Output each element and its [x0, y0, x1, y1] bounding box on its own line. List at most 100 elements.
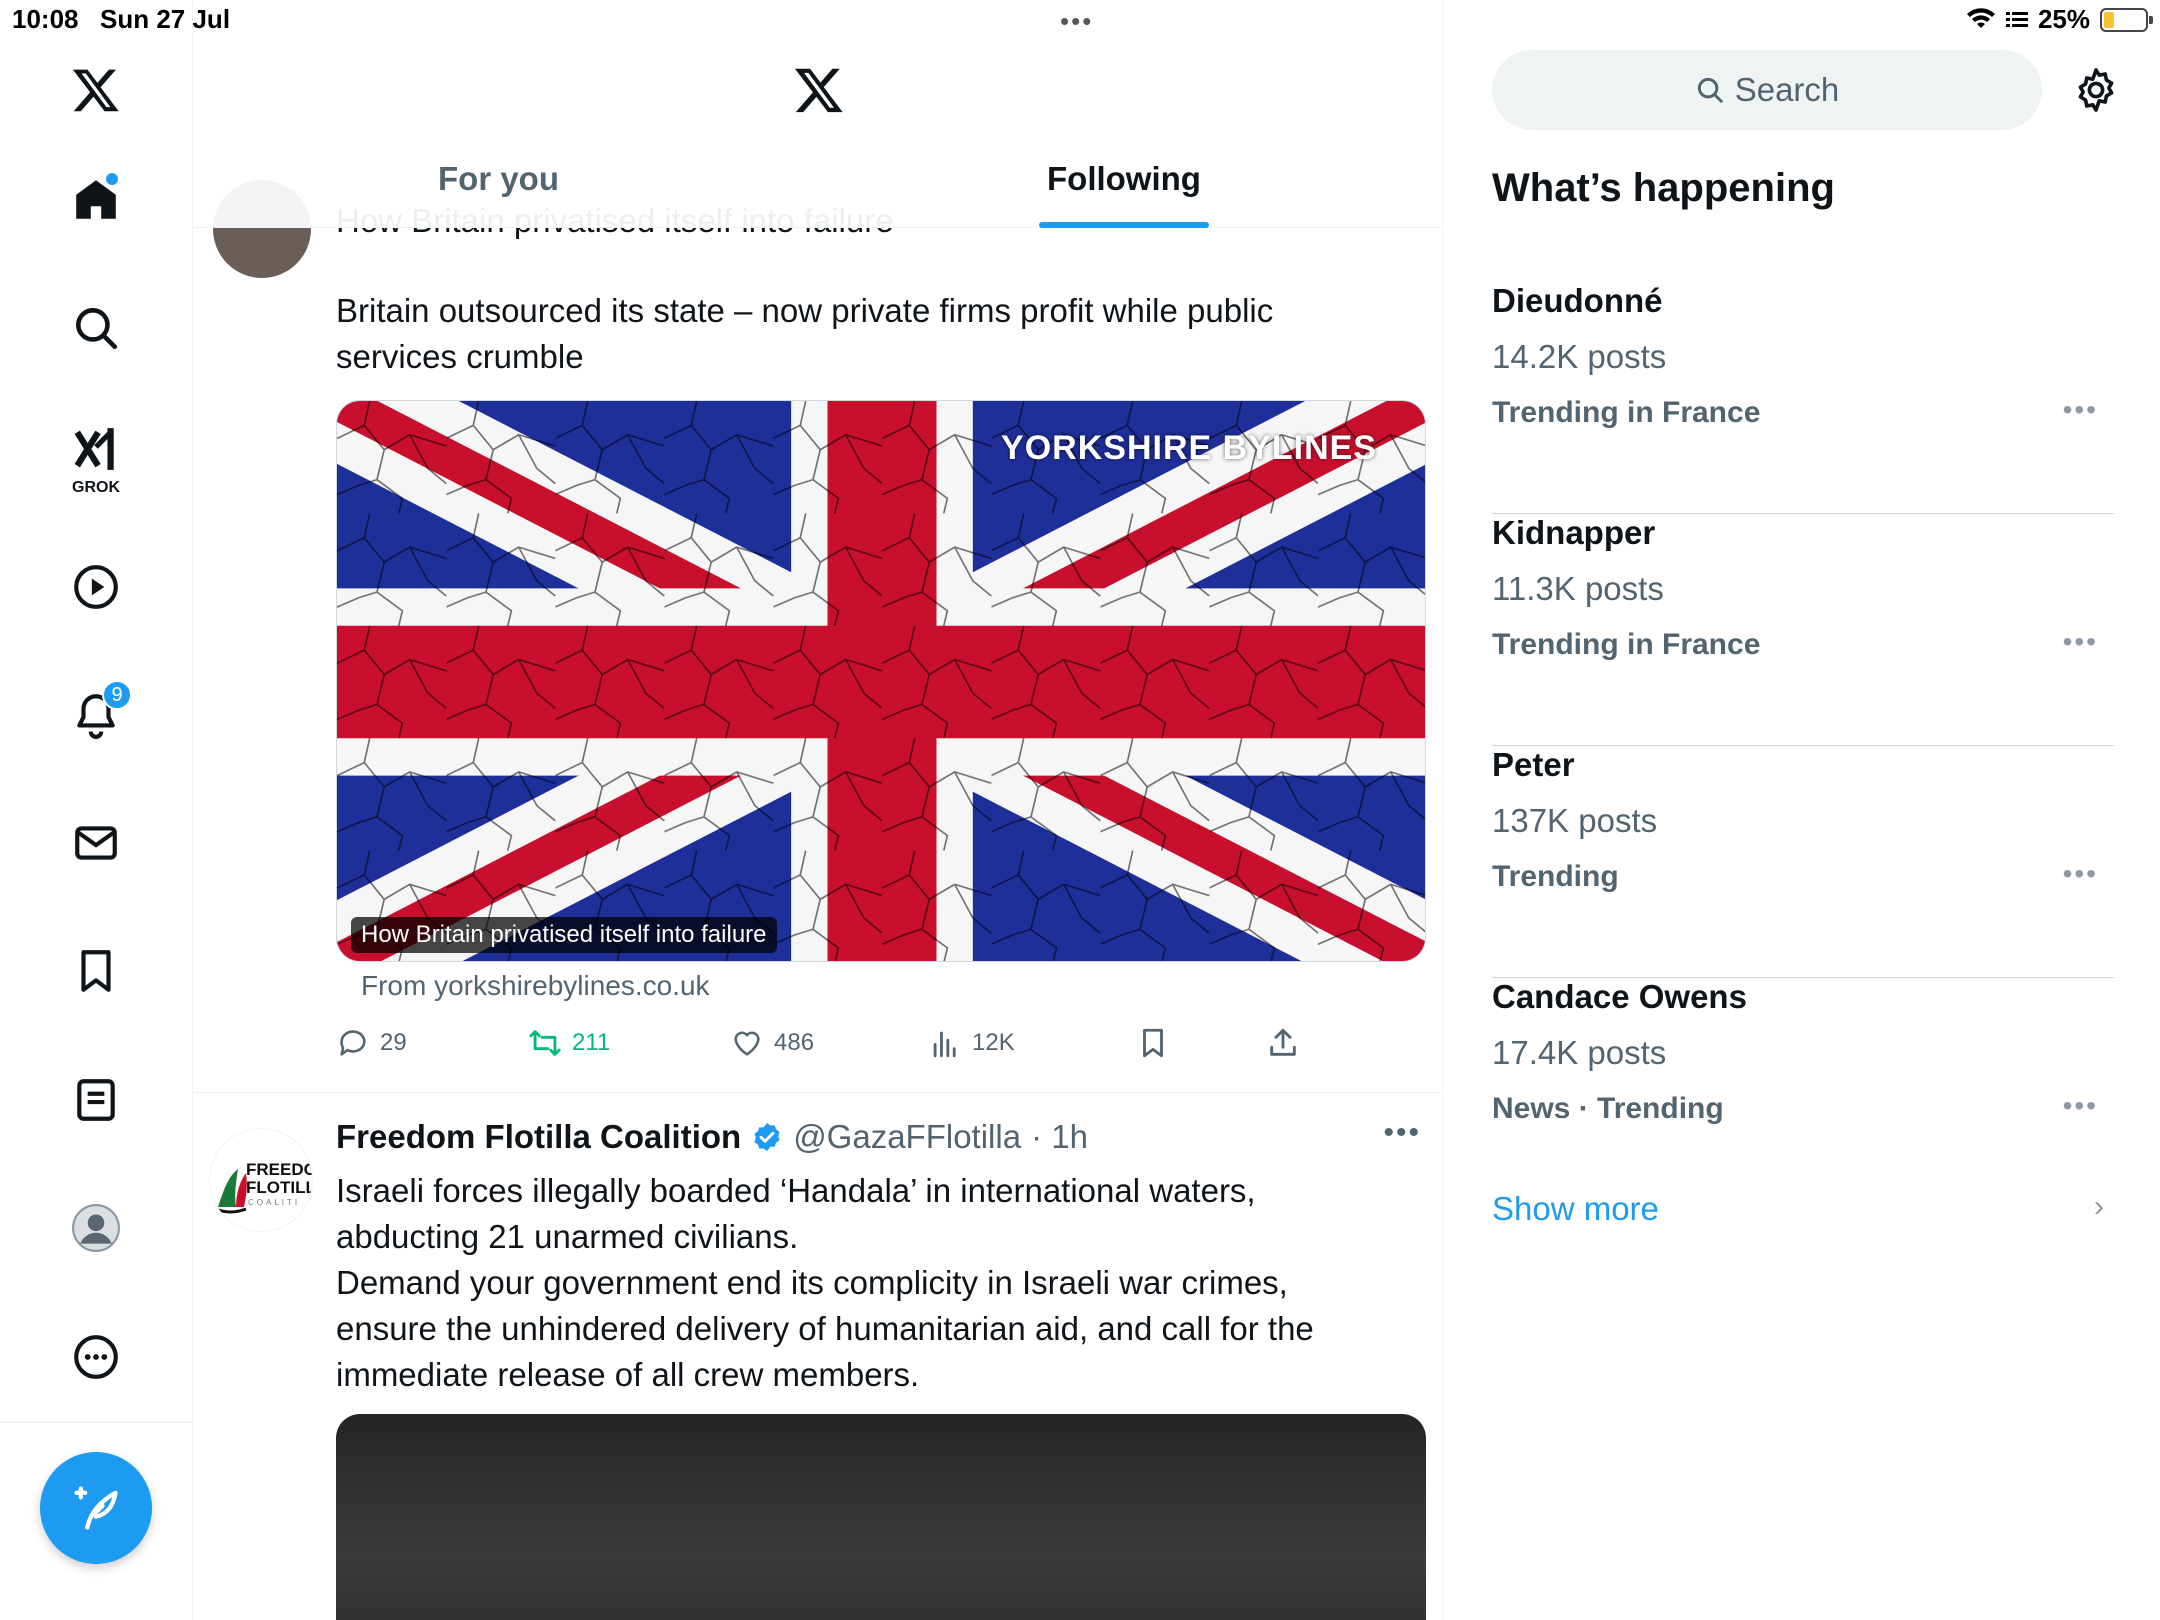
nav-more[interactable] [46, 1312, 146, 1402]
bookmark-button[interactable] [1136, 1026, 1170, 1060]
grok-label: GROK [72, 479, 120, 496]
timeline: For you Following How Britain privatised… [193, 0, 1443, 1620]
post-time[interactable]: · 1h [1031, 1118, 1088, 1156]
x-logo-icon[interactable] [793, 64, 845, 116]
heart-icon [734, 1031, 760, 1056]
battery-icon [2100, 7, 2153, 32]
status-indicators: 25% [1966, 4, 2153, 35]
post-actions: 29 211 486 12K [336, 1026, 1336, 1070]
reply-count: 29 [380, 1029, 407, 1056]
search-icon [1697, 77, 1723, 103]
author-handle[interactable]: @GazaFFlotilla [793, 1118, 1021, 1156]
bookmark-icon [81, 950, 111, 992]
union-flag-image [337, 401, 1425, 961]
post[interactable]: FREEDO FLOTILL COALITI Freedom Flotilla … [193, 1094, 1442, 1620]
whats-happening-title: What’s happening [1492, 166, 1835, 210]
trend-item[interactable]: Candace Owens 17.4K posts News · Trendin… [1492, 978, 2114, 1210]
repost-button[interactable]: 211 [528, 1026, 610, 1060]
post-media[interactable] [336, 1414, 1426, 1620]
trend-more-icon[interactable]: ••• [2063, 394, 2098, 426]
view-count: 12K [972, 1029, 1015, 1056]
like-button[interactable]: 486 [730, 1026, 814, 1060]
bookmark-icon [1143, 1028, 1163, 1058]
chevron-right-icon[interactable]: › [2094, 1190, 2104, 1224]
author-avatar[interactable]: FREEDO FLOTILL COALITI [209, 1128, 313, 1232]
trend-item[interactable]: Dieudonné 14.2K posts Trending in France… [1492, 282, 2114, 514]
post-text-line: Israeli forces illegally boarded ‘Handal… [336, 1172, 1256, 1255]
trend-count: 14.2K posts [1492, 338, 1667, 375]
analytics-icon [933, 1031, 956, 1058]
link-card[interactable]: YORKSHIRE BYLINES How Britain privatised… [336, 400, 1426, 962]
nav-profile[interactable] [46, 1183, 146, 1273]
post-header: Freedom Flotilla Coalition @GazaFFlotill… [336, 1118, 1088, 1156]
search-icon [76, 308, 118, 350]
nav-home[interactable] [46, 155, 146, 245]
post-more-icon[interactable]: ••• [1383, 1116, 1421, 1150]
trend-count: 11.3K posts [1492, 570, 1664, 607]
show-more-link[interactable]: Show more [1492, 1190, 1659, 1228]
list-icon [2005, 11, 2028, 27]
search-input[interactable]: Search [1492, 50, 2042, 130]
trend-more-icon[interactable]: ••• [2063, 626, 2098, 658]
card-brand-watermark: YORKSHIRE BYLINES [1001, 429, 1377, 467]
tab-following[interactable]: Following [1047, 160, 1201, 198]
notifications-badge: 9 [102, 680, 132, 710]
trend-name: Kidnapper [1492, 514, 1656, 551]
card-caption: How Britain privatised itself into failu… [351, 917, 777, 953]
trend-category: Trending in France [1492, 396, 1761, 429]
post-text: Britain outsourced its state – now priva… [336, 292, 1274, 375]
gear-icon[interactable] [2072, 66, 2120, 114]
search-placeholder: Search [1734, 71, 1840, 108]
like-count: 486 [774, 1029, 815, 1056]
svg-text:COALITI: COALITI [248, 1198, 300, 1207]
tab-for-you[interactable]: For you [438, 160, 559, 198]
reply-button[interactable]: 29 [336, 1026, 407, 1060]
repost-icon [529, 1030, 561, 1056]
views-button[interactable]: 12K [928, 1026, 1015, 1060]
flotilla-logo: FREEDO FLOTILL COALITI [215, 1160, 313, 1214]
trend-name: Dieudonné [1492, 282, 1663, 319]
status-date: Sun 27 Jul [100, 4, 231, 34]
trend-item[interactable]: Peter 137K posts Trending ••• [1492, 746, 2114, 978]
wifi-icon [1966, 7, 1995, 28]
home-unread-dot [106, 173, 118, 185]
nav-rail: GROK 9 [0, 0, 193, 1620]
status-time: 10:08 [12, 4, 79, 34]
svg-text:FLOTILL: FLOTILL [246, 1178, 313, 1197]
nav-lists[interactable] [46, 1055, 146, 1145]
grok-icon [74, 428, 114, 470]
trend-count: 17.4K posts [1492, 1034, 1667, 1071]
status-bar: 10:08 Sun 27 Jul ••• 25% [0, 0, 2160, 40]
post-text: Israeli forces illegally boarded ‘Handal… [336, 1168, 1376, 1398]
svg-text:FREEDO: FREEDO [246, 1160, 313, 1179]
nav-messages[interactable] [46, 798, 146, 888]
battery-percent: 25% [2037, 4, 2090, 34]
post[interactable]: How Britain privatised itself into failu… [193, 180, 1442, 1093]
active-tab-indicator [1039, 222, 1209, 228]
author-name[interactable]: Freedom Flotilla Coalition [336, 1118, 741, 1156]
list-doc-icon [77, 1079, 115, 1121]
nav-grok[interactable]: GROK [46, 413, 146, 503]
nav-explore[interactable] [46, 283, 146, 373]
play-icon [74, 565, 118, 609]
verified-badge-icon [754, 1123, 780, 1151]
compose-feather-icon [74, 1486, 118, 1530]
trend-category: Trending in France [1492, 628, 1761, 661]
nav-bookmarks[interactable] [46, 926, 146, 1016]
post-text-line: Demand your government end its complicit… [336, 1264, 1314, 1393]
repost-count: 211 [572, 1029, 611, 1056]
trend-item[interactable]: Kidnapper 11.3K posts Trending in France… [1492, 514, 2114, 746]
multitasking-dots-icon[interactable]: ••• [1060, 6, 1093, 37]
compose-button[interactable] [40, 1452, 152, 1564]
trend-name: Candace Owens [1492, 978, 1747, 1015]
trend-more-icon[interactable]: ••• [2063, 1090, 2098, 1122]
trend-more-icon[interactable]: ••• [2063, 858, 2098, 890]
x-logo-icon[interactable] [46, 45, 146, 135]
trend-category: Trending [1492, 860, 1619, 893]
nav-notifications[interactable]: 9 [46, 670, 146, 760]
card-source[interactable]: From yorkshirebylines.co.uk [361, 970, 710, 1002]
nav-video[interactable] [46, 542, 146, 632]
sidebar: Search What’s happening Dieudonné 14.2K … [1444, 0, 2160, 1620]
share-button[interactable] [1266, 1026, 1300, 1060]
reply-icon [340, 1030, 366, 1056]
